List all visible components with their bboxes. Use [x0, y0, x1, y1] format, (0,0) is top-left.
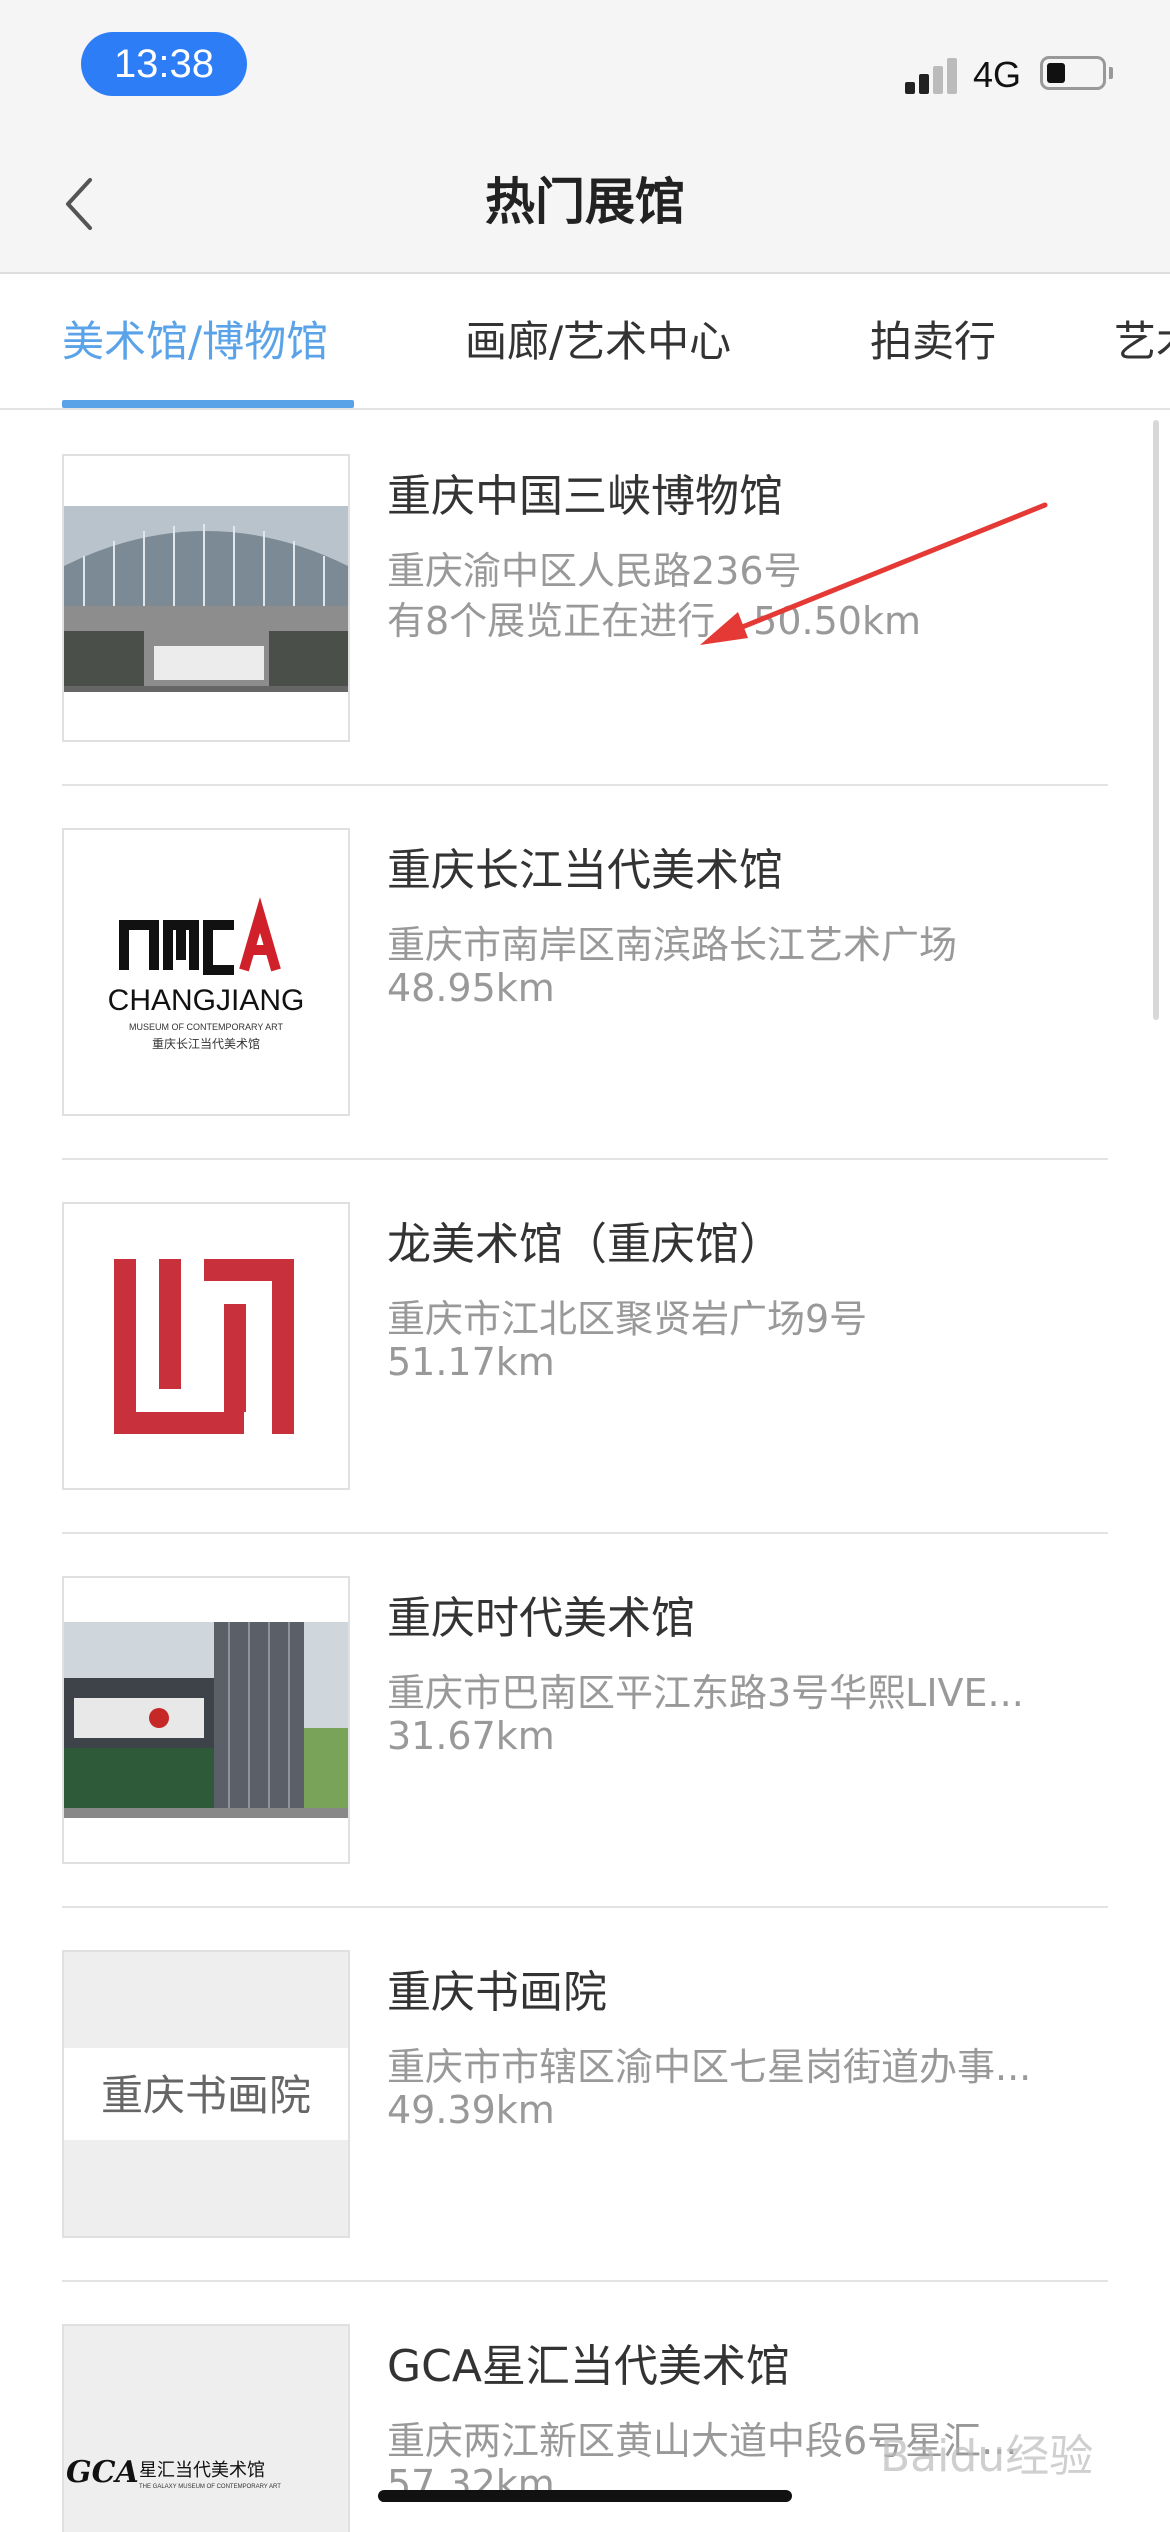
screen: 13:38 4G 热门展馆 美术馆/博物馆 画廊/艺术中心 拍卖行 艺术: [0, 0, 1170, 2532]
venue-meta: 有8个展览正在进行，50.50km: [387, 599, 921, 643]
back-button[interactable]: [40, 164, 120, 244]
venue-name: 重庆中国三峡博物馆: [387, 471, 783, 522]
list-item[interactable]: 重庆中国三峡博物馆 重庆渝中区人民路236号 有8个展览正在进行，50.50km: [62, 412, 1108, 786]
venue-thumbnail: 重庆书画院: [62, 1950, 350, 2238]
tab-auction[interactable]: 拍卖行: [870, 274, 996, 408]
venue-address: 重庆市江北区聚贤岩广场9号: [387, 1297, 868, 1341]
venue-thumbnail: [62, 454, 350, 742]
venue-address: 重庆市南岸区南滨路长江艺术广场: [387, 923, 958, 967]
venue-name: 龙美术馆（重庆馆）: [387, 1219, 783, 1270]
venue-name: 重庆长江当代美术馆: [387, 845, 783, 896]
svg-text:GCA: GCA: [66, 2455, 139, 2490]
calligraphy-logo-icon: 重庆书画院: [64, 1952, 348, 2236]
tab-art[interactable]: 艺术: [1114, 274, 1170, 408]
museum-photo-icon: [64, 456, 348, 740]
venue-meta: 31.67km: [387, 1714, 555, 1758]
venue-thumbnail: [62, 1202, 350, 1490]
thumb-text: 重庆书画院: [101, 2071, 311, 2120]
venue-meta: 49.39km: [387, 2088, 555, 2132]
venue-name: GCA星汇当代美术馆: [387, 2341, 790, 2392]
tab-museum[interactable]: 美术馆/博物馆: [62, 274, 328, 408]
signal-icon: [905, 58, 961, 94]
battery-tip: [1109, 67, 1113, 79]
logo-cn-text: 重庆长江当代美术馆: [152, 1036, 260, 1051]
venue-meta: 51.17km: [387, 1340, 555, 1384]
gca-logo-icon: GCA 星汇当代美术馆 THE GALAXY MUSEUM OF CONTEMP…: [64, 2326, 348, 2532]
status-bar: 13:38 4G: [0, 0, 1170, 130]
venue-address: 重庆渝中区人民路236号: [387, 549, 802, 593]
list-item[interactable]: 龙美术馆（重庆馆） 重庆市江北区聚贤岩广场9号 51.17km: [62, 1160, 1108, 1534]
chevron-left-icon: [66, 178, 92, 230]
list-item[interactable]: 重庆书画院 重庆书画院 重庆市市辖区渝中区七星岗街道办事... 49.39km: [62, 1908, 1108, 2282]
venue-meta: 48.95km: [387, 966, 555, 1010]
scrollbar[interactable]: [1153, 420, 1159, 1020]
list-item[interactable]: 重庆时代美术馆 重庆市巴南区平江东路3号华熙LIVE... 31.67km: [62, 1534, 1108, 1908]
navigation-bar: 热门展馆: [0, 130, 1170, 274]
venue-name: 重庆书画院: [387, 1967, 607, 2018]
venue-name: 重庆时代美术馆: [387, 1593, 695, 1644]
network-type: 4G: [973, 54, 1022, 95]
venue-thumbnail: [62, 1576, 350, 1864]
watermark: Baidu经验: [880, 2431, 1094, 2482]
logo-en-text: THE GALAXY MUSEUM OF CONTEMPORARY ART: [139, 2484, 281, 2490]
tab-gallery[interactable]: 画廊/艺术中心: [465, 274, 731, 408]
long-museum-logo-icon: [64, 1204, 348, 1488]
logo-text: CHANGJIANG: [108, 984, 305, 1017]
home-indicator: [378, 2490, 792, 2502]
building-photo-icon: [64, 1578, 348, 1862]
page-title: 热门展馆: [485, 173, 685, 231]
venue-address: 重庆市巴南区平江东路3号华熙LIVE...: [387, 1671, 1024, 1715]
category-tabs: 美术馆/博物馆 画廊/艺术中心 拍卖行 艺术: [0, 274, 1170, 410]
list-item[interactable]: CHANGJIANG MUSEUM OF CONTEMPORARY ART 重庆…: [62, 786, 1108, 1160]
venue-thumbnail: GCA 星汇当代美术馆 THE GALAXY MUSEUM OF CONTEMP…: [62, 2324, 350, 2532]
cmca-logo-icon: CHANGJIANG MUSEUM OF CONTEMPORARY ART 重庆…: [64, 830, 348, 1114]
tab-active-indicator: [62, 400, 354, 408]
battery-icon: [1040, 56, 1106, 90]
status-time: 13:38: [81, 32, 247, 96]
venue-thumbnail: CHANGJIANG MUSEUM OF CONTEMPORARY ART 重庆…: [62, 828, 350, 1116]
logo-subtext: MUSEUM OF CONTEMPORARY ART: [129, 1022, 284, 1032]
logo-cn-text: 星汇当代美术馆: [139, 2460, 265, 2481]
venue-address: 重庆市市辖区渝中区七星岗街道办事...: [387, 2045, 1032, 2089]
